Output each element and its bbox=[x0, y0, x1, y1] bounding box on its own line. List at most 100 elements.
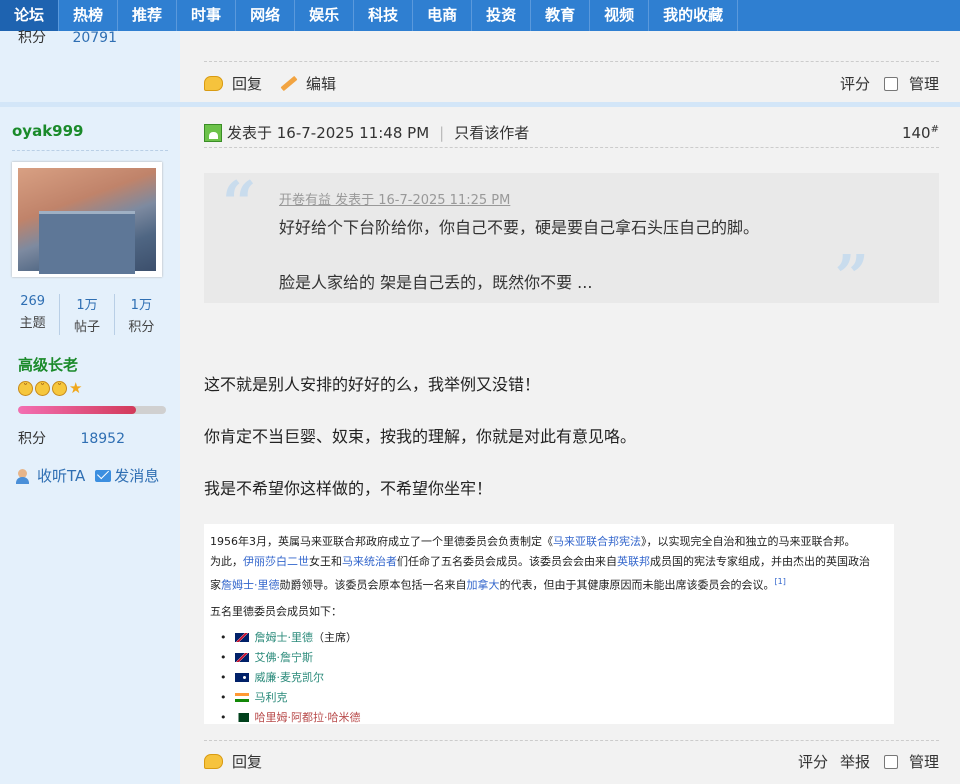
separator: | bbox=[439, 123, 445, 142]
embed-link: 马来统治者 bbox=[342, 555, 397, 568]
nav-network[interactable]: 网络 bbox=[236, 0, 296, 31]
embed-link: 伊丽莎白二世 bbox=[243, 555, 309, 568]
nav-recommend[interactable]: 推荐 bbox=[118, 0, 178, 31]
post-actions: 回复 评分 举报 管理 bbox=[204, 751, 939, 772]
pakistan-flag-icon bbox=[234, 713, 249, 723]
australia-flag-icon bbox=[234, 673, 249, 683]
nav-entertainment[interactable]: 娱乐 bbox=[295, 0, 355, 31]
top-nav: 论坛 热榜 推荐 时事 网络 娱乐 科技 电商 投资 教育 视频 我的收藏 bbox=[0, 0, 960, 31]
rate-button[interactable]: 评分 bbox=[798, 751, 828, 772]
reply-icon bbox=[204, 754, 223, 769]
rank-progress-bar bbox=[18, 406, 166, 414]
post-header: 发表于 16-7-2025 11:48 PM | 只看该作者 140# bbox=[204, 118, 939, 148]
manage-label[interactable]: 管理 bbox=[909, 751, 939, 772]
stat-posts-label: 帖子 bbox=[73, 320, 100, 335]
embed-link: 马来亚联合邦宪法 bbox=[553, 535, 641, 548]
follow-button[interactable]: 收听TA bbox=[16, 465, 85, 486]
follow-icon bbox=[16, 468, 34, 484]
rank-progress-fill bbox=[18, 406, 137, 414]
smiley-icon: ˘ bbox=[18, 381, 33, 396]
message-label: 发消息 bbox=[114, 467, 160, 485]
prev-user-score: 积分 20791 bbox=[18, 27, 117, 47]
score-value[interactable]: 18952 bbox=[80, 431, 125, 447]
nav-favorites[interactable]: 我的收藏 bbox=[649, 0, 739, 31]
member-list: 詹姆士·里德（主席） 艾佛·詹宁斯 威廉·麦克凯尔 马利克 哈里姆·阿都拉·哈米… bbox=[210, 628, 888, 728]
reply-button[interactable]: 回复 bbox=[204, 73, 262, 94]
embed-footnote: [1] bbox=[774, 577, 786, 586]
embed-text: 》，以实现完全自治和独立的马来亚联合邦。 bbox=[641, 535, 856, 548]
nav-ecommerce[interactable]: 电商 bbox=[413, 0, 473, 31]
nav-tech[interactable]: 科技 bbox=[354, 0, 414, 31]
manage-checkbox[interactable] bbox=[883, 76, 898, 91]
username[interactable]: oyak999 bbox=[12, 122, 84, 140]
edit-label: 编辑 bbox=[306, 75, 337, 93]
avatar[interactable] bbox=[12, 162, 162, 277]
embed-text: 1956年3月，英属马来亚联合邦政府成立了一个里德委员会负责制定《 bbox=[210, 535, 553, 548]
stat-threads[interactable]: 269 主题 bbox=[6, 294, 61, 335]
divider bbox=[204, 740, 939, 741]
post-divider bbox=[0, 102, 960, 107]
floor-number[interactable]: 140# bbox=[902, 124, 939, 142]
user-stats: 269 主题 1万 帖子 1万 积分 bbox=[6, 294, 168, 335]
list-item: 马利克 bbox=[210, 688, 888, 708]
only-author-link[interactable]: 只看该作者 bbox=[454, 122, 529, 143]
score-label: 积分 bbox=[18, 30, 46, 46]
quote-source[interactable]: 开卷有益 发表于 16-7-2025 11:25 PM bbox=[279, 189, 510, 208]
user-rank[interactable]: 高级长老 bbox=[18, 354, 78, 375]
rate-button[interactable]: 评分 bbox=[840, 73, 870, 94]
message-button[interactable]: 发消息 bbox=[89, 465, 159, 486]
member-name: 艾佛·詹宁斯 bbox=[254, 650, 314, 664]
embed-text: 为此， bbox=[210, 555, 243, 568]
embed-text: 女王和 bbox=[309, 555, 342, 568]
member-name: 威廉·麦克凯尔 bbox=[254, 670, 325, 684]
score-value[interactable]: 20791 bbox=[72, 30, 117, 46]
embed-link: 詹姆士·里德 bbox=[221, 578, 280, 592]
quote-close-icon: ” bbox=[834, 243, 869, 313]
report-button[interactable]: 举报 bbox=[840, 751, 870, 772]
member-name: 马利克 bbox=[254, 690, 288, 704]
manage-label[interactable]: 管理 bbox=[909, 73, 939, 94]
nav-invest[interactable]: 投资 bbox=[472, 0, 532, 31]
floor-value: 140 bbox=[901, 123, 931, 142]
embedded-image[interactable]: 1956年3月，英属马来亚联合邦政府成立了一个里德委员会负责制定《马来亚联合邦宪… bbox=[204, 524, 894, 724]
manage-checkbox[interactable] bbox=[883, 754, 898, 769]
list-item: 哈里姆·阿都拉·哈米德 bbox=[210, 708, 888, 728]
embed-link: 加拿大 bbox=[466, 578, 500, 592]
divider bbox=[12, 150, 168, 151]
uk-flag-icon bbox=[234, 633, 249, 643]
user-actions: 收听TA 发消息 bbox=[16, 465, 159, 486]
post-area: 回复 编辑 评分 管理 发表于 16-7-2025 11:48 PM | 只看该… bbox=[180, 31, 960, 784]
user-score: 积分 18952 bbox=[18, 428, 125, 448]
nav-video[interactable]: 视频 bbox=[590, 0, 650, 31]
member-name: 詹姆士·里德 bbox=[254, 630, 314, 644]
post-text: 这不就是别人安排的好好的么，我举例又没错！ bbox=[204, 375, 541, 394]
list-item: 詹姆士·里德（主席） bbox=[210, 628, 888, 648]
pencil-icon bbox=[280, 75, 298, 92]
user-sidebar: 积分 20791 oyak999 269 主题 1万 帖子 1万 积分 高级长老… bbox=[0, 30, 180, 784]
uk-flag-icon bbox=[234, 653, 249, 663]
quote-line: 脸是人家给的 架是自己丢的，既然你不要 ... bbox=[279, 273, 593, 292]
nav-education[interactable]: 教育 bbox=[531, 0, 591, 31]
stat-credits-num: 1万 bbox=[130, 298, 152, 313]
embed-subheading: 五名里德委员会成员如下： bbox=[210, 604, 342, 618]
rank-icons: ˘ ˘ ˘ ★ bbox=[18, 381, 82, 396]
embed-text: 成员国的宪法专家组成，并由杰出的英国政治 bbox=[650, 555, 870, 568]
quote-open-icon: “ bbox=[222, 169, 257, 239]
smiley-icon: ˘ bbox=[35, 381, 50, 396]
prev-post-actions: 回复 编辑 评分 管理 bbox=[204, 73, 939, 94]
reply-button[interactable]: 回复 bbox=[204, 751, 262, 772]
embed-paragraph: 1956年3月，英属马来亚联合邦政府成立了一个里德委员会负责制定《马来亚联合邦宪… bbox=[210, 532, 900, 596]
embed-link: 英联邦 bbox=[617, 555, 650, 568]
post-text: 你肯定不当巨婴、奴束，按我的理解，你就是对此有意见咯。 bbox=[204, 427, 637, 446]
stat-threads-num: 269 bbox=[20, 294, 46, 309]
edit-button[interactable]: 编辑 bbox=[280, 73, 336, 94]
stat-credits[interactable]: 1万 积分 bbox=[115, 294, 168, 335]
stat-credits-label: 积分 bbox=[128, 320, 155, 335]
nav-news[interactable]: 时事 bbox=[177, 0, 237, 31]
india-flag-icon bbox=[234, 693, 249, 703]
member-name: 哈里姆·阿都拉·哈米德 bbox=[254, 710, 361, 724]
post-text: 我是不希望你这样做的，不希望你坐牢！ bbox=[204, 479, 493, 498]
member-note: （主席） bbox=[313, 630, 357, 644]
stat-posts[interactable]: 1万 帖子 bbox=[60, 294, 115, 335]
embed-text: 勋爵领导。该委员会原本包括一名来自 bbox=[279, 578, 467, 592]
